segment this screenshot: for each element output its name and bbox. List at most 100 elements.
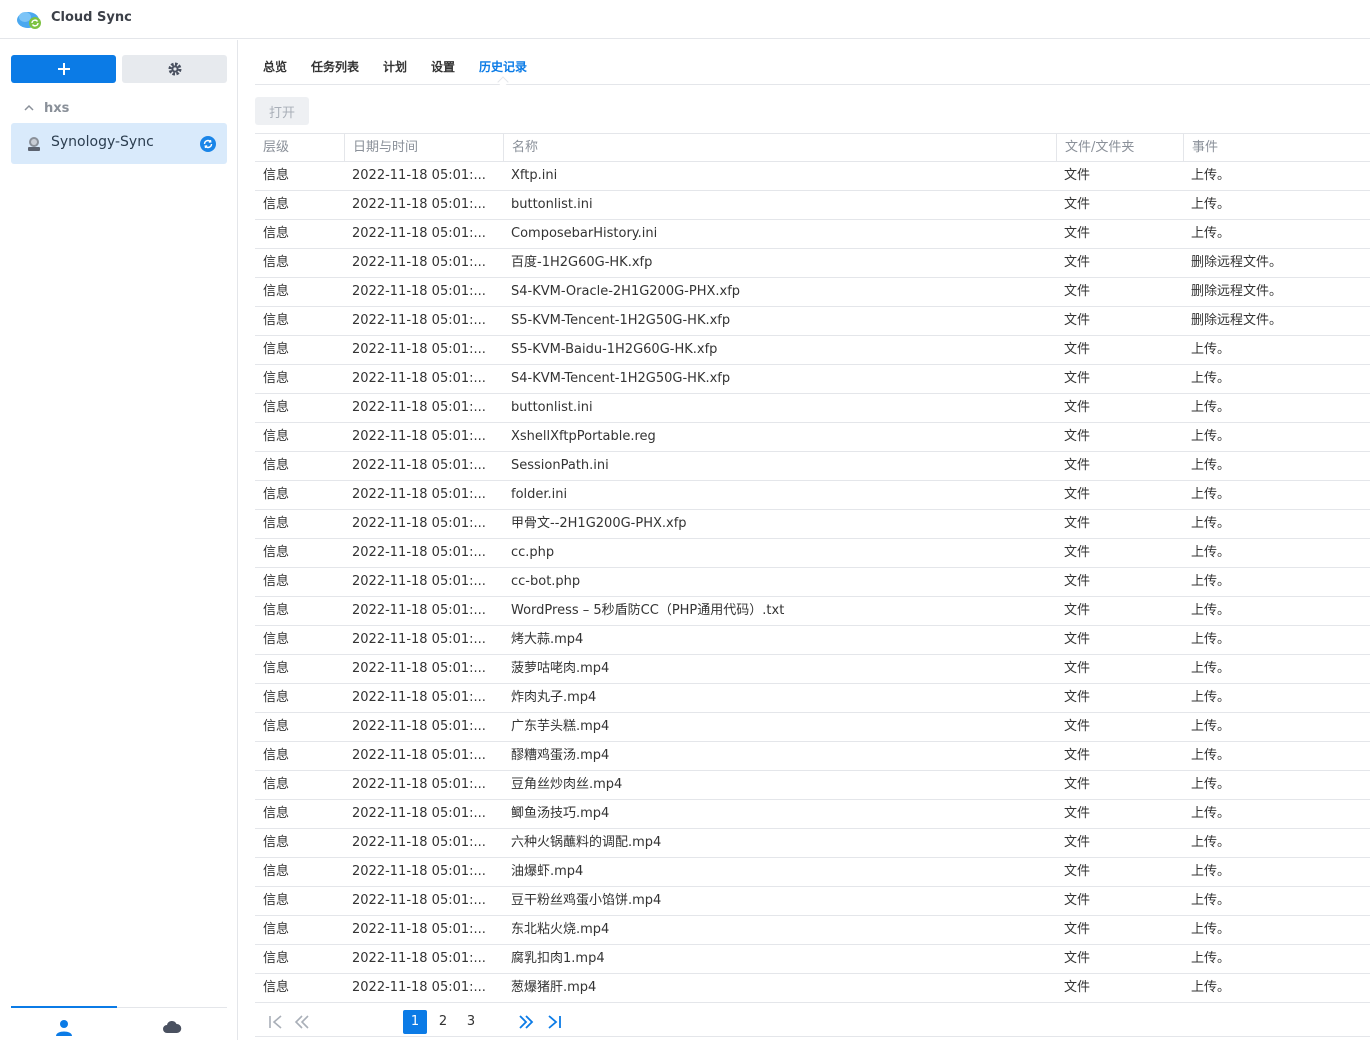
cell-level: 信息 xyxy=(263,603,290,618)
cell-event: 上传。 xyxy=(1191,893,1231,908)
tab-schedule[interactable]: 计划 xyxy=(383,58,407,75)
tab-cloud[interactable] xyxy=(117,1008,227,1040)
open-button[interactable]: 打开 xyxy=(255,97,309,125)
tab-task-list[interactable]: 任务列表 xyxy=(311,58,359,75)
cell-name: 炸肉丸子.mp4 xyxy=(511,690,597,705)
first-page-icon[interactable] xyxy=(267,1013,285,1031)
cell-type: 文件 xyxy=(1064,603,1091,618)
cell-datetime: 2022-11-18 05:01:... xyxy=(352,342,486,357)
column-header-type[interactable]: 文件/文件夹 xyxy=(1056,134,1183,162)
cell-name: buttonlist.ini xyxy=(511,400,593,415)
cell-event: 上传。 xyxy=(1191,661,1231,676)
cell-event: 上传。 xyxy=(1191,516,1231,531)
table-row[interactable]: 信息 2022-11-18 05:01:... 炸肉丸子.mp4 文件 上传。 xyxy=(255,684,1370,713)
cell-datetime: 2022-11-18 05:01:... xyxy=(352,777,486,792)
table-row[interactable]: 信息 2022-11-18 05:01:... WordPress – 5秒盾防CC… xyxy=(255,597,1370,626)
cell-type: 文件 xyxy=(1064,893,1091,908)
cell-name: buttonlist.ini xyxy=(511,197,593,212)
cell-type: 文件 xyxy=(1064,371,1091,386)
cell-level: 信息 xyxy=(263,400,290,415)
cell-level: 信息 xyxy=(263,313,290,328)
cell-level: 信息 xyxy=(263,632,290,647)
column-header-datetime[interactable]: 日期与时间 xyxy=(344,134,503,162)
table-row[interactable]: 信息 2022-11-18 05:01:... S5-KVM-Tencent-1H2… xyxy=(255,307,1370,336)
tab-history[interactable]: 历史记录 xyxy=(479,58,527,75)
sidebar-bottom-tabs xyxy=(11,1006,227,1040)
cell-level: 信息 xyxy=(263,371,290,386)
table-row[interactable]: 信息 2022-11-18 05:01:... cc-bot.php 文件 上传。 xyxy=(255,568,1370,597)
page-button-2[interactable]: 2 xyxy=(431,1010,455,1034)
table-row[interactable]: 信息 2022-11-18 05:01:... 六种火锅蘸料的调配.mp4 文件 上传。 xyxy=(255,829,1370,858)
table-row[interactable]: 信息 2022-11-18 05:01:... 油爆虾.mp4 文件 上传。 xyxy=(255,858,1370,887)
chevron-up-icon xyxy=(24,104,34,111)
cell-event: 上传。 xyxy=(1191,429,1231,444)
table-row[interactable]: 信息 2022-11-18 05:01:... cc.php 文件 上传。 xyxy=(255,539,1370,568)
column-header-event[interactable]: 事件 xyxy=(1183,134,1370,162)
cell-name: S4-KVM-Tencent-1H2G50G-HK.xfp xyxy=(511,371,731,386)
cell-name: 油爆虾.mp4 xyxy=(511,864,584,879)
cell-event: 上传。 xyxy=(1191,400,1231,415)
table-row[interactable]: 信息 2022-11-18 05:01:... folder.ini 文件 上传。 xyxy=(255,481,1370,510)
cell-datetime: 2022-11-18 05:01:... xyxy=(352,284,486,299)
cell-event: 上传。 xyxy=(1191,545,1231,560)
table-row[interactable]: 信息 2022-11-18 05:01:... 豆角丝炒肉丝.mp4 文件 上传。 xyxy=(255,771,1370,800)
table-row[interactable]: 信息 2022-11-18 05:01:... 烤大蒜.mp4 文件 上传。 xyxy=(255,626,1370,655)
table-row[interactable]: 信息 2022-11-18 05:01:... S4-KVM-Tencent-1H2… xyxy=(255,365,1370,394)
cell-level: 信息 xyxy=(263,574,290,589)
table-row[interactable]: 信息 2022-11-18 05:01:... S4-KVM-Oracle-2H1G… xyxy=(255,278,1370,307)
table-row[interactable]: 信息 2022-11-18 05:01:... 菠萝咕咾肉.mp4 文件 上传。 xyxy=(255,655,1370,684)
sidebar-item-label: Synology-Sync xyxy=(51,134,154,150)
page-button-3[interactable]: 3 xyxy=(459,1010,483,1034)
table-row[interactable]: 信息 2022-11-18 05:01:... 醪糟鸡蛋汤.mp4 文件 上传。 xyxy=(255,742,1370,771)
cell-name: 醪糟鸡蛋汤.mp4 xyxy=(511,748,610,763)
table-row[interactable]: 信息 2022-11-18 05:01:... SessionPath.ini 文件 上… xyxy=(255,452,1370,481)
last-page-icon[interactable] xyxy=(545,1013,563,1031)
cell-level: 信息 xyxy=(263,342,290,357)
cell-datetime: 2022-11-18 05:01:... xyxy=(352,951,486,966)
table-row[interactable]: 信息 2022-11-18 05:01:... 广东芋头糕.mp4 文件 上传。 xyxy=(255,713,1370,742)
prev-page-icon[interactable] xyxy=(293,1013,311,1031)
table-row[interactable]: 信息 2022-11-18 05:01:... 鲫鱼汤技巧.mp4 文件 上传。 xyxy=(255,800,1370,829)
next-page-icon[interactable] xyxy=(517,1013,535,1031)
tab-overview[interactable]: 总览 xyxy=(263,58,287,75)
plus-icon xyxy=(57,63,70,75)
table-row[interactable]: 信息 2022-11-18 05:01:... Xftp.ini 文件 上传。 xyxy=(255,162,1370,191)
tab-user[interactable] xyxy=(11,1006,117,1040)
table-row[interactable]: 信息 2022-11-18 05:01:... 腐乳扣肉1.mp4 文件 上传。 xyxy=(255,945,1370,974)
cell-type: 文件 xyxy=(1064,400,1091,415)
table-row[interactable]: 信息 2022-11-18 05:01:... 豆干粉丝鸡蛋小馅饼.mp4 文件 上传。 xyxy=(255,887,1370,916)
table-row[interactable]: 信息 2022-11-18 05:01:... 百度-1H2G60G-HK.xfp 文… xyxy=(255,249,1370,278)
cell-level: 信息 xyxy=(263,922,290,937)
tab-settings[interactable]: 设置 xyxy=(431,58,455,75)
cell-type: 文件 xyxy=(1064,661,1091,676)
table-row[interactable]: 信息 2022-11-18 05:01:... buttonlist.ini 文件 上传… xyxy=(255,394,1370,423)
table-row[interactable]: 信息 2022-11-18 05:01:... buttonlist.ini 文件 上传… xyxy=(255,191,1370,220)
cell-name: 鲫鱼汤技巧.mp4 xyxy=(511,806,610,821)
table-row[interactable]: 信息 2022-11-18 05:01:... ComposebarHistory.… xyxy=(255,220,1370,249)
cell-name: 豆干粉丝鸡蛋小馅饼.mp4 xyxy=(511,893,662,908)
account-group-header[interactable]: hxs xyxy=(24,98,69,118)
cell-datetime: 2022-11-18 05:01:... xyxy=(352,197,486,212)
cell-type: 文件 xyxy=(1064,632,1091,647)
cell-name: 东北粘火烧.mp4 xyxy=(511,922,610,937)
table-row[interactable]: 信息 2022-11-18 05:01:... 甲骨文--2H1G200G-PHX.… xyxy=(255,510,1370,539)
table-row[interactable]: 信息 2022-11-18 05:01:... S5-KVM-Baidu-1H2G6… xyxy=(255,336,1370,365)
table-header: 层级 日期与时间 名称 文件/文件夹 事件 xyxy=(255,133,1370,162)
cell-event: 上传。 xyxy=(1191,632,1231,647)
table-row[interactable]: 信息 2022-11-18 05:01:... 葱爆猪肝.mp4 文件 上传。 xyxy=(255,974,1370,1003)
cell-level: 信息 xyxy=(263,168,290,183)
active-tab-indicator xyxy=(497,76,509,88)
add-task-button[interactable] xyxy=(11,55,116,83)
gear-icon xyxy=(168,62,181,76)
sidebar-item-synology-sync[interactable]: Synology-Sync xyxy=(11,123,227,164)
settings-button[interactable] xyxy=(122,55,227,83)
cell-level: 信息 xyxy=(263,719,290,734)
cell-datetime: 2022-11-18 05:01:... xyxy=(352,603,486,618)
cell-event: 删除远程文件。 xyxy=(1191,313,1283,328)
cell-type: 文件 xyxy=(1064,806,1091,821)
page-button-1[interactable]: 1 xyxy=(403,1010,427,1034)
table-row[interactable]: 信息 2022-11-18 05:01:... XshellXftpPortable… xyxy=(255,423,1370,452)
column-header-level[interactable]: 层级 xyxy=(255,134,344,162)
table-row[interactable]: 信息 2022-11-18 05:01:... 东北粘火烧.mp4 文件 上传。 xyxy=(255,916,1370,945)
column-header-name[interactable]: 名称 xyxy=(503,134,1056,162)
